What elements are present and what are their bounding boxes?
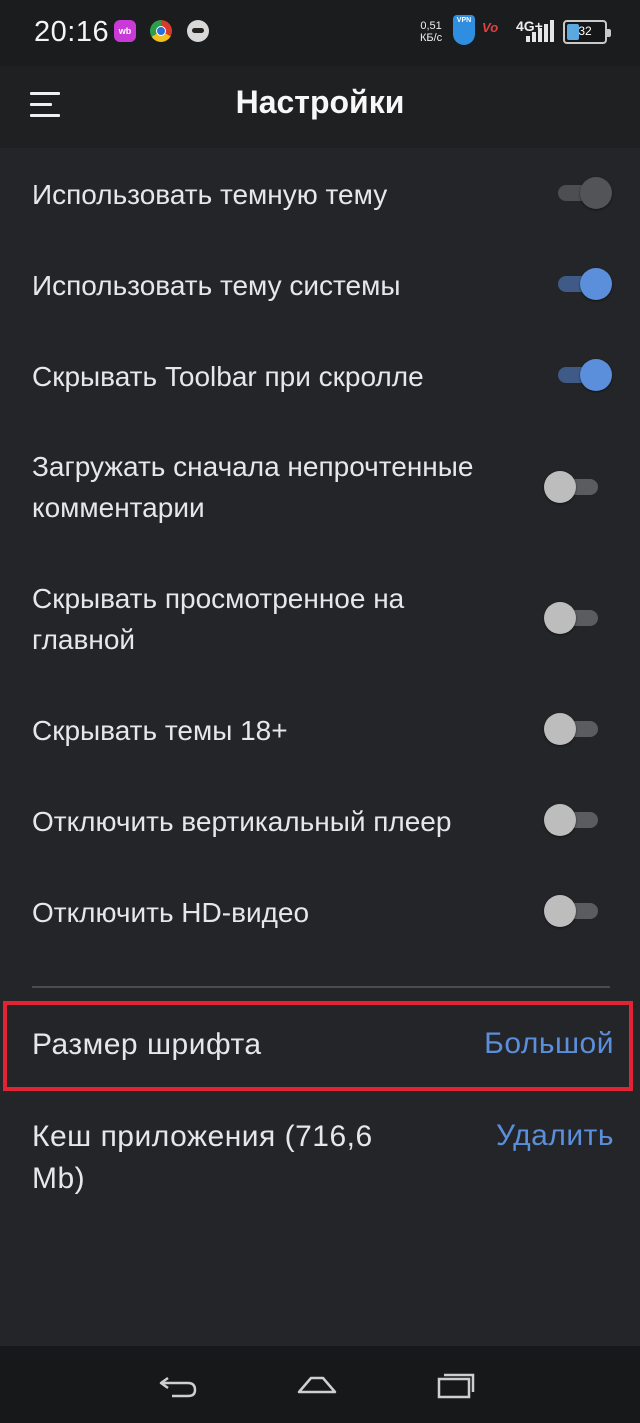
vpn-shield-icon: VPN [453, 15, 475, 45]
vpn-label: VPN [456, 17, 472, 24]
cache-delete-button[interactable]: Удалить [496, 1119, 614, 1153]
volte-icon: Vo [482, 20, 499, 35]
system-nav-bar [0, 1346, 640, 1423]
status-time: 20:16 [34, 16, 110, 48]
setting-row-hide-18[interactable]: Скрывать темы 18+ [0, 708, 640, 752]
hide-watched-toggle[interactable] [544, 600, 602, 636]
back-icon[interactable] [158, 1370, 198, 1400]
hd-video-toggle[interactable] [544, 893, 602, 929]
network-speed-value: 0,51 [420, 20, 442, 32]
setting-row-vertical-player[interactable]: Отключить вертикальный плеер [0, 799, 640, 843]
setting-row-hide-toolbar[interactable]: Скрывать Toolbar при скролле [0, 354, 640, 398]
setting-label: Использовать тему системы [32, 270, 401, 301]
setting-label: Скрывать просмотренное на главной [32, 583, 405, 655]
setting-row-cache: Кеш приложения (716,6 Mb) Удалить [0, 1116, 640, 1202]
wb-icon: wb [114, 20, 136, 42]
font-size-label: Размер шрифта [32, 1028, 262, 1061]
app-toolbar: Настройки [0, 66, 640, 148]
setting-label: Отключить HD-видео [32, 897, 310, 928]
network-speed-unit: КБ/с [420, 32, 443, 44]
cache-label: Кеш приложения (716,6 Mb) [32, 1120, 373, 1195]
page-title: Настройки [235, 84, 405, 120]
battery-icon: 32 [563, 20, 611, 44]
status-bar: 20:16 wb 0,51 КБ/с VPN Vo 4G+ 32 [0, 0, 640, 66]
network-speed: 0,51 КБ/с [420, 20, 442, 44]
setting-row-font-size[interactable]: Размер шрифта Большой [0, 1024, 640, 1070]
section-divider [32, 986, 610, 988]
setting-label: Загружать сначала непрочтенные комментар… [32, 451, 474, 523]
setting-label: Отключить вертикальный плеер [32, 806, 452, 837]
dark-theme-toggle[interactable] [554, 175, 612, 211]
setting-label: Скрывать Toolbar при скролле [32, 361, 424, 392]
hide-toolbar-toggle[interactable] [554, 357, 612, 393]
setting-row-dark-theme[interactable]: Использовать темную тему [0, 172, 640, 216]
battery-percent: 32 [578, 24, 592, 38]
recents-icon[interactable] [436, 1370, 476, 1400]
chrome-icon [150, 20, 172, 42]
setting-label: Использовать темную тему [32, 179, 388, 210]
hide-18-toggle[interactable] [544, 711, 602, 747]
system-theme-toggle[interactable] [554, 266, 612, 302]
setting-row-hide-watched[interactable]: Скрывать просмотренное на главной [0, 578, 640, 662]
setting-row-hd-video[interactable]: Отключить HD-видео [0, 890, 640, 934]
setting-row-unread-comments[interactable]: Загружать сначала непрочтенные комментар… [0, 446, 640, 530]
setting-row-system-theme[interactable]: Использовать тему системы [0, 263, 640, 307]
unread-comments-toggle[interactable] [544, 469, 602, 505]
setting-label: Скрывать темы 18+ [32, 715, 288, 746]
vertical-player-toggle[interactable] [544, 802, 602, 838]
robot-icon [187, 20, 209, 42]
home-icon[interactable] [297, 1370, 337, 1400]
signal-icon [522, 18, 556, 42]
font-size-value[interactable]: Большой [484, 1027, 614, 1061]
